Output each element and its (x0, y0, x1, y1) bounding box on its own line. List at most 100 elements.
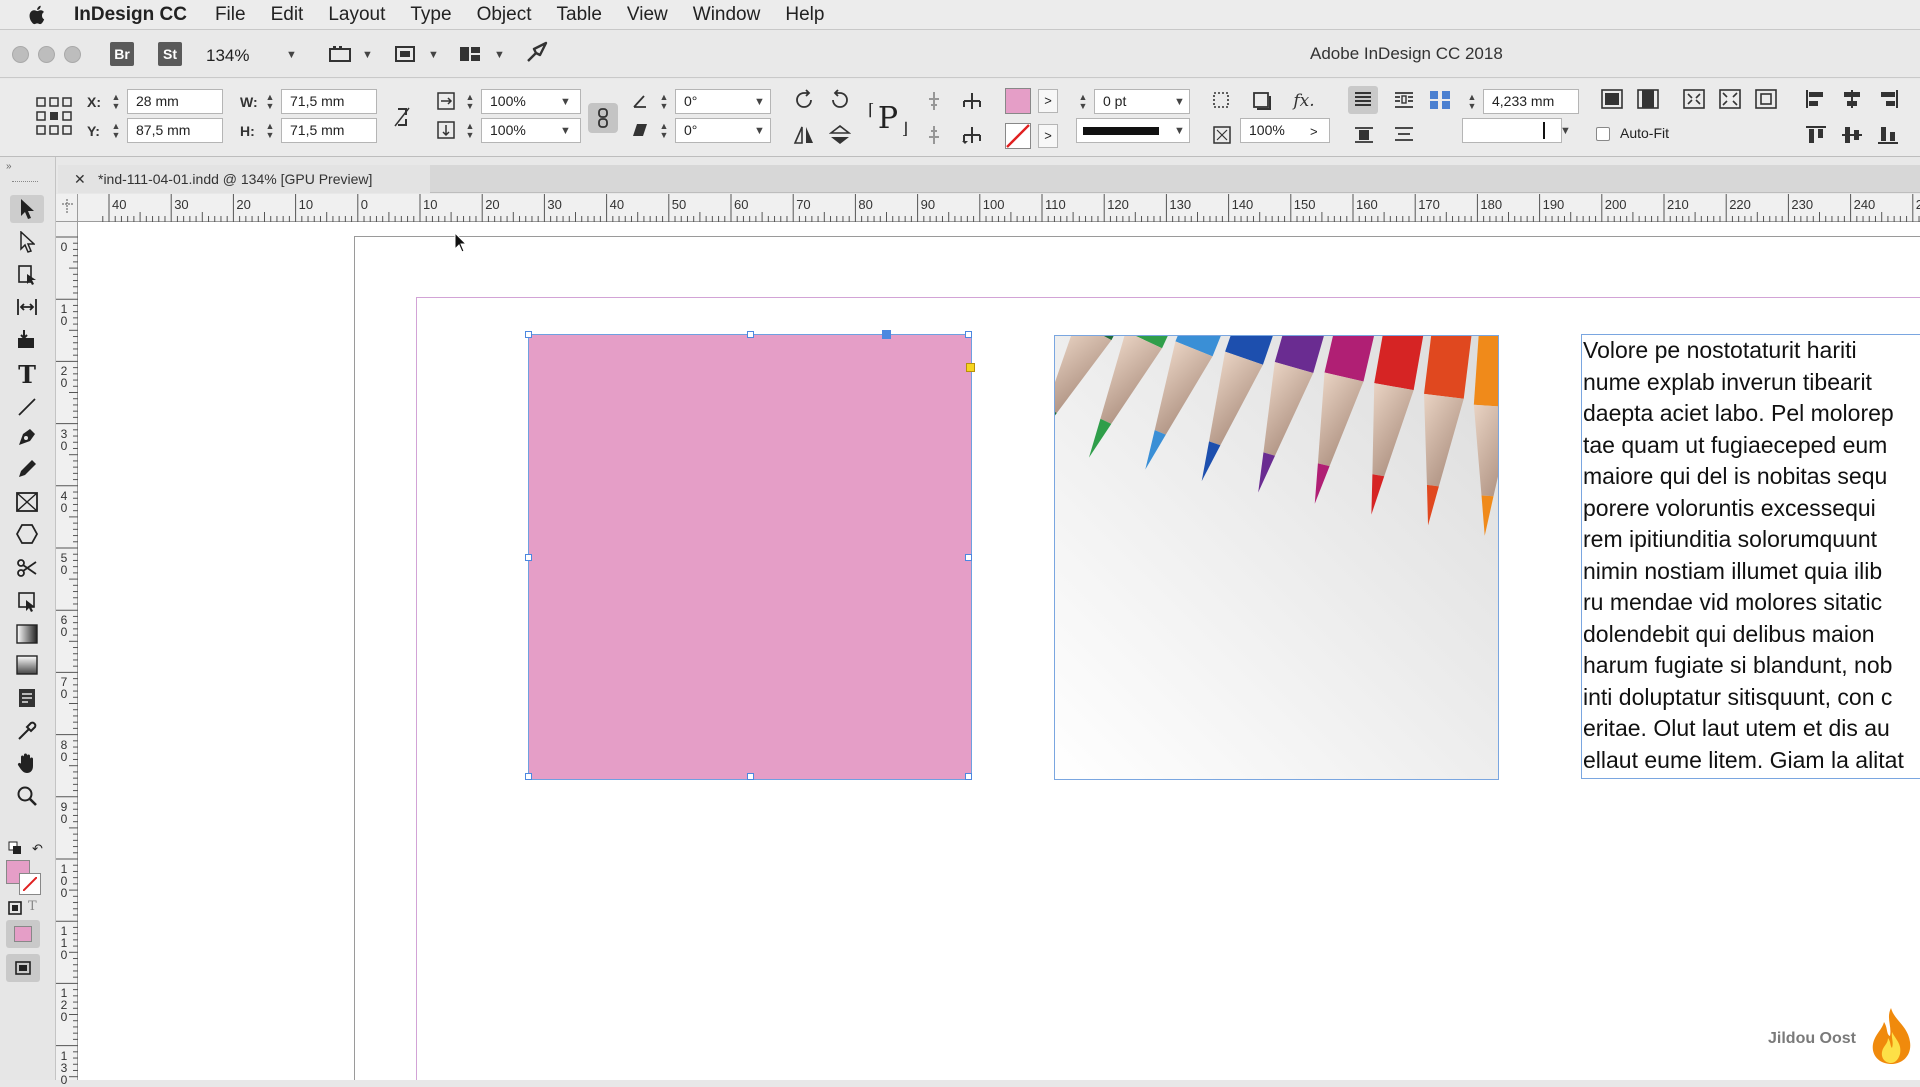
rectangle-frame-tool-icon[interactable] (10, 488, 44, 516)
x-stepper[interactable]: ▲ ▼ (108, 89, 124, 114)
line-tool-icon[interactable] (10, 393, 44, 421)
menu-view[interactable]: View (627, 4, 668, 26)
view-options-dropdown-icon[interactable]: ▼ (362, 49, 373, 61)
minimize-window-button[interactable] (38, 46, 55, 63)
menu-window[interactable]: Window (693, 4, 761, 26)
zoom-window-button[interactable] (64, 46, 81, 63)
width-field[interactable]: 71,5 mm (281, 89, 377, 114)
document-tab[interactable]: ✕ *ind-111-04-01.indd @ 134% [GPU Previe… (58, 165, 430, 193)
h-stepper[interactable]: ▲ ▼ (262, 118, 278, 143)
handle-top-left[interactable] (525, 331, 532, 338)
rotation-dropdown-icon[interactable]: ▼ (754, 96, 765, 108)
fill-swatch[interactable] (1005, 88, 1031, 114)
handle-bottom-center[interactable] (747, 773, 754, 780)
scissors-tool-icon[interactable] (10, 554, 44, 582)
fill-frame-proportionally-icon[interactable] (1636, 87, 1660, 111)
close-document-icon[interactable]: ✕ (74, 165, 86, 193)
flip-vertical-icon[interactable] (828, 123, 852, 147)
menu-type[interactable]: Type (410, 4, 451, 26)
direct-selection-tool-icon[interactable] (10, 228, 44, 256)
ruler-origin[interactable] (56, 194, 78, 222)
handle-top-center[interactable] (747, 331, 754, 338)
close-window-button[interactable] (12, 46, 29, 63)
shear-dropdown-icon[interactable]: ▼ (754, 125, 765, 137)
rotate-counterclockwise-icon[interactable] (828, 88, 852, 112)
content-collector-tool-icon[interactable] (10, 325, 44, 353)
constrain-scale-icon[interactable] (588, 103, 618, 133)
no-text-wrap-icon[interactable] (1348, 86, 1378, 114)
y-position-field[interactable]: 87,5 mm (127, 118, 223, 143)
x-position-field[interactable]: 28 mm (127, 89, 223, 114)
reference-point-icon[interactable] (36, 97, 72, 138)
menu-object[interactable]: Object (477, 4, 532, 26)
hand-tool-icon[interactable] (10, 749, 44, 777)
handle-bottom-right[interactable] (965, 773, 972, 780)
align-top-edges-icon[interactable] (1804, 123, 1828, 147)
stroke-type-dropdown-icon[interactable]: ▼ (1174, 125, 1185, 137)
screen-mode-dropdown-icon[interactable]: ▼ (428, 49, 439, 61)
fit-content-to-frame-icon[interactable] (1682, 87, 1706, 111)
polygon-tool-icon[interactable] (10, 520, 44, 548)
menu-edit[interactable]: Edit (271, 4, 304, 26)
handle-bottom-left[interactable] (525, 773, 532, 780)
y-stepper[interactable]: ▲ ▼ (108, 118, 124, 143)
zoom-level[interactable]: 134% (206, 46, 249, 66)
center-content-icon[interactable] (1754, 87, 1778, 111)
pencil-tool-icon[interactable] (10, 455, 44, 483)
constrain-proportions-icon[interactable] (390, 105, 414, 129)
colored-pencils-image[interactable] (1054, 335, 1499, 780)
selection-tool-icon[interactable] (10, 195, 44, 223)
stroke-weight-stepper[interactable]: ▲ ▼ (1075, 89, 1091, 114)
zoom-dropdown-icon[interactable]: ▼ (286, 49, 297, 61)
default-fill-stroke-icon[interactable] (8, 841, 22, 860)
shear-stepper[interactable]: ▲ ▼ (656, 118, 672, 143)
app-menu[interactable]: InDesign CC (74, 4, 187, 26)
scale-x-dropdown-icon[interactable]: ▼ (560, 96, 571, 108)
stroke-weight-dropdown-icon[interactable]: ▼ (1174, 96, 1185, 108)
free-transform-tool-icon[interactable] (10, 587, 44, 615)
horizontal-ruler[interactable]: 40 30 20 10 0 10 20 30 40 50 60 70 80 90 100 110 120 130 1… (78, 194, 1920, 222)
gradient-feather-tool-icon[interactable] (10, 651, 44, 679)
eyedropper-tool-icon[interactable] (10, 717, 44, 745)
scale-x-stepper[interactable]: ▲ ▼ (462, 89, 478, 114)
align-horizontal-centers-icon[interactable] (1840, 87, 1864, 111)
shadow-box-icon[interactable] (1250, 89, 1274, 113)
collapse-panel-icon[interactable]: » (6, 161, 12, 172)
align-right-edges-icon[interactable] (1876, 87, 1900, 111)
align-top-text-icon[interactable] (1392, 123, 1416, 147)
menu-file[interactable]: File (215, 4, 246, 26)
note-tool-icon[interactable] (10, 684, 44, 712)
apple-icon[interactable] (24, 3, 52, 27)
menu-layout[interactable]: Layout (328, 4, 385, 26)
select-next-object-icon[interactable] (960, 89, 984, 113)
text-frame-style-field[interactable] (1462, 118, 1562, 143)
apply-color-button[interactable] (6, 920, 40, 948)
selected-pink-rectangle-frame[interactable] (525, 330, 975, 780)
select-content-icon[interactable] (922, 123, 946, 147)
w-stepper[interactable]: ▲ ▼ (262, 89, 278, 114)
height-field[interactable]: 71,5 mm (281, 118, 377, 143)
handle-top-right[interactable] (965, 331, 972, 338)
publish-online-icon[interactable] (526, 40, 550, 64)
auto-fit-checkbox[interactable] (1596, 127, 1610, 141)
stroke-type-field[interactable] (1076, 118, 1190, 143)
panel-grip[interactable] (12, 181, 38, 183)
type-tool-icon[interactable]: T (10, 360, 44, 389)
screen-mode-normal-button[interactable] (6, 954, 40, 982)
page-tool-icon[interactable] (10, 261, 44, 289)
pen-tool-icon[interactable] (10, 423, 44, 451)
spacing-stepper[interactable]: ▲ ▼ (1464, 89, 1480, 114)
bridge-button[interactable]: Br (110, 42, 134, 66)
effects-fx-icon[interactable]: fx. (1292, 89, 1316, 113)
vertical-ruler[interactable]: 0 10 20 30 40 50 60 70 80 90 100 110 120 130 (56, 222, 78, 1086)
swap-fill-stroke-icon[interactable]: ↶ (32, 841, 43, 857)
body-text[interactable]: Volore pe nostotaturit hariti nume explab… (1582, 335, 1920, 776)
align-bottom-edges-icon[interactable] (1876, 123, 1900, 147)
align-baseline-icon[interactable] (1352, 123, 1376, 147)
tool-stroke-swatch[interactable] (19, 873, 41, 895)
body-text-frame[interactable]: Volore pe nostotaturit hariti nume explab… (1581, 334, 1920, 779)
live-corner-handle[interactable] (966, 363, 975, 372)
view-options-icon[interactable] (328, 42, 352, 66)
rotate-clockwise-icon[interactable] (792, 88, 816, 112)
gap-tool-icon[interactable] (10, 293, 44, 321)
